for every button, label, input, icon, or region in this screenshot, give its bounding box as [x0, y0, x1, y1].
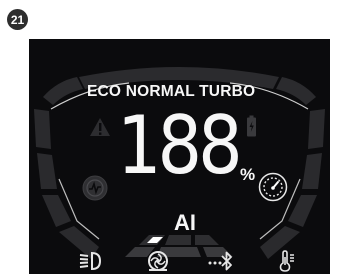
right-segment-1	[308, 109, 325, 149]
top-left-arc-segment	[43, 77, 83, 105]
top-right-arc-segment	[276, 77, 316, 105]
right-segment-3	[288, 195, 317, 227]
headlight-icon	[79, 251, 102, 271]
speedometer-icon	[258, 172, 288, 202]
unit-label: %	[240, 165, 256, 184]
speed-readout: 188	[117, 98, 243, 193]
bluetooth-icon	[208, 251, 232, 271]
assist-label: AI	[174, 210, 196, 235]
left-segment-2	[37, 153, 57, 189]
left-segment-1	[34, 109, 51, 149]
eco-pulse-icon	[82, 175, 108, 201]
instrument-display: ECO NORMAL TURBO 188 % AI	[29, 39, 330, 274]
left-segment-3	[42, 195, 71, 227]
right-segment-2	[302, 153, 322, 189]
thermometer-icon	[279, 250, 294, 272]
level-bar-3	[195, 235, 219, 245]
warning-triangle-icon	[90, 118, 110, 136]
level-bar-2	[165, 235, 191, 245]
figure-number-badge: 21	[7, 9, 28, 30]
turbo-fan-icon	[148, 251, 168, 271]
battery-charging-icon	[247, 115, 256, 137]
